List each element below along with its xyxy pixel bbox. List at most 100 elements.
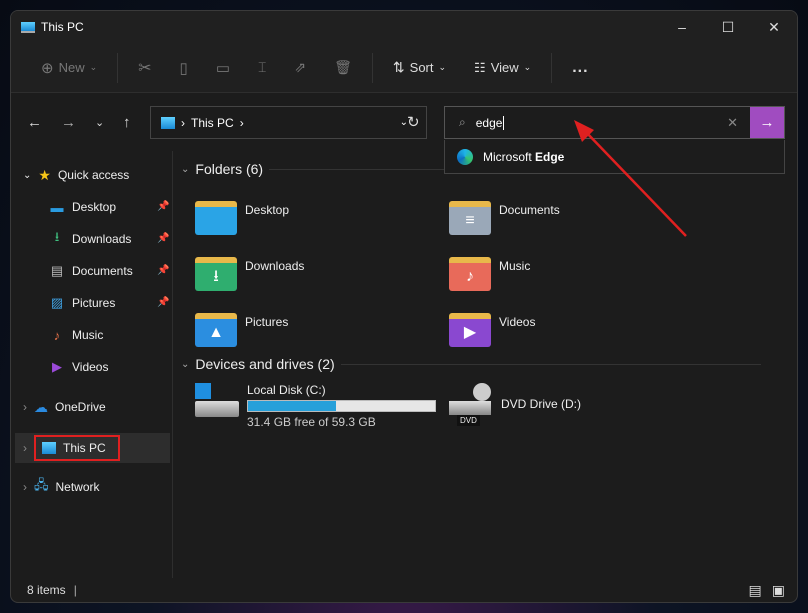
- pin-icon[interactable]: 📌: [157, 265, 169, 276]
- sidebar-item-videos[interactable]: ▶ Videos: [49, 355, 108, 379]
- highlight-box: This PC: [34, 435, 120, 461]
- folder-documents[interactable]: ≡ Documents: [449, 201, 560, 235]
- chevron-down-icon: ⌄: [89, 62, 98, 72]
- status-bar: 8 items | ▤ ▣: [11, 578, 797, 602]
- item-count: 8 items: [27, 583, 66, 597]
- sidebar-item-pictures[interactable]: ▨ Pictures: [49, 291, 116, 315]
- network-icon: 🖧: [34, 477, 49, 492]
- documents-folder-icon: ≡: [449, 201, 491, 235]
- suggestion-text: Microsoft Edge: [483, 150, 564, 164]
- chevron-right-icon: ›: [23, 480, 27, 494]
- view-button[interactable]: ☷ View ⌄: [462, 60, 543, 76]
- hard-drive-icon: [195, 383, 239, 421]
- cloud-icon: ☁: [34, 398, 48, 415]
- sidebar-item-downloads[interactable]: ⭳ Downloads: [49, 227, 132, 251]
- address-bar[interactable]: › This PC › ⌄: [150, 106, 427, 139]
- delete-button[interactable]: 🗑: [322, 59, 364, 76]
- pin-icon[interactable]: 📌: [157, 233, 169, 244]
- divider: [551, 52, 553, 83]
- details-view-button[interactable]: ▤: [749, 582, 762, 599]
- chevron-right-icon: ›: [23, 400, 27, 414]
- minimize-button[interactable]: –: [659, 19, 705, 36]
- search-suggestion[interactable]: Microsoft Edge: [444, 140, 785, 174]
- drive-free-space: 31.4 GB free of 59.3 GB: [247, 415, 376, 429]
- cut-button[interactable]: ✂: [126, 58, 163, 78]
- share-button[interactable]: ⇗: [282, 59, 318, 76]
- folder-videos[interactable]: ▶ Videos: [449, 313, 535, 347]
- recent-locations-button[interactable]: ⌄: [95, 116, 104, 129]
- drives-group-header[interactable]: ⌄ Devices and drives (2): [181, 356, 761, 372]
- back-button[interactable]: ←: [27, 114, 42, 131]
- downloads-folder-icon: ⭳: [195, 257, 237, 291]
- folder-name: Videos: [499, 315, 536, 329]
- tiles-view-button[interactable]: ▣: [772, 582, 785, 599]
- folder-name: Pictures: [245, 315, 289, 329]
- pictures-icon: ▨: [50, 295, 64, 310]
- edge-icon: [457, 148, 473, 165]
- desktop-icon: ▬: [50, 199, 64, 215]
- this-pc-icon: [42, 442, 56, 454]
- drive-name: DVD Drive (D:): [501, 397, 581, 411]
- rename-icon: ⌶: [258, 59, 267, 75]
- search-box[interactable]: ⌕ edge ✕ →: [444, 106, 785, 139]
- search-submit-button[interactable]: →: [750, 107, 784, 138]
- sidebar-item-network[interactable]: › 🖧 Network: [23, 475, 100, 499]
- search-input[interactable]: edge: [476, 115, 505, 130]
- divider: [117, 52, 119, 83]
- folder-music[interactable]: ♪ Music: [449, 257, 530, 291]
- up-button[interactable]: ↑: [123, 114, 131, 131]
- copy-button[interactable]: ▯: [168, 59, 200, 77]
- videos-icon: ▶: [52, 359, 62, 374]
- sidebar-item-documents[interactable]: ▤ Documents: [49, 259, 133, 283]
- chevron-down-icon: ⌄: [181, 358, 190, 370]
- scissors-icon: ✂: [138, 59, 152, 77]
- close-button[interactable]: ✕: [751, 19, 797, 36]
- sort-button[interactable]: ⇅ Sort ⌄: [381, 59, 458, 76]
- maximize-button[interactable]: ☐: [705, 19, 751, 36]
- videos-folder-icon: ▶: [449, 313, 491, 347]
- command-bar: ⊕ New ⌄ ✂ ▯ ▭ ⌶ ⇗ 🗑 ⇅ Sort ⌄ ☷ View ⌄ ...: [11, 43, 797, 93]
- divider: [371, 52, 373, 83]
- chevron-down-icon: ⌄: [23, 169, 32, 181]
- clear-search-button[interactable]: ✕: [727, 115, 738, 131]
- rename-button[interactable]: ⌶: [246, 59, 278, 76]
- title-bar: This PC – ☐ ✕: [11, 11, 797, 43]
- share-icon: ⇗: [294, 59, 307, 75]
- folder-desktop[interactable]: Desktop: [195, 201, 289, 235]
- dvd-badge: DVD: [457, 415, 480, 426]
- sort-icon: ⇅: [392, 59, 405, 75]
- desktop-folder-icon: [195, 201, 237, 235]
- folder-name: Documents: [499, 203, 560, 217]
- new-button[interactable]: ⊕ New ⌄: [29, 59, 109, 77]
- divider: |: [73, 583, 77, 597]
- breadcrumb-separator: ›: [239, 115, 244, 130]
- sidebar-item-onedrive[interactable]: › ☁ OneDrive: [23, 395, 106, 419]
- forward-button[interactable]: →: [61, 114, 76, 131]
- drive-dvd[interactable]: DVD DVD Drive (D:): [449, 383, 581, 426]
- chevron-down-icon: ⌄: [438, 62, 447, 72]
- download-icon: ⭳: [54, 229, 60, 244]
- refresh-button[interactable]: ↻: [407, 113, 420, 131]
- sidebar-item-quick-access[interactable]: ⌄ ★ Quick access: [23, 163, 129, 187]
- paste-button[interactable]: ▭: [204, 59, 242, 77]
- document-icon: ▤: [50, 263, 64, 278]
- this-pc-icon: [21, 21, 35, 33]
- drive-usage-fill: [248, 401, 336, 411]
- copy-icon: ▯: [179, 59, 188, 77]
- pin-icon[interactable]: 📌: [157, 297, 169, 308]
- folder-downloads[interactable]: ⭳ Downloads: [195, 257, 304, 291]
- pin-icon[interactable]: 📌: [157, 201, 169, 212]
- sidebar-item-desktop[interactable]: ▬ Desktop: [49, 195, 117, 219]
- suggestion-match: Edge: [535, 149, 565, 164]
- sidebar-item-this-pc[interactable]: › This PC: [23, 435, 120, 461]
- breadcrumb-this-pc[interactable]: This PC: [191, 116, 234, 130]
- drive-local-disk[interactable]: Local Disk (C:) 31.4 GB free of 59.3 GB: [195, 383, 436, 429]
- folder-pictures[interactable]: ▲ Pictures: [195, 313, 288, 347]
- more-options-button[interactable]: ...: [560, 59, 600, 77]
- this-pc-icon: [161, 116, 175, 129]
- chevron-down-icon: ⌄: [523, 62, 532, 72]
- divider: [340, 363, 761, 365]
- navigation-pane: ⌄ ★ Quick access ▬ Desktop 📌 ⭳ Downloads 📌 ▤ Docu…: [11, 151, 171, 578]
- window-title: This PC: [41, 20, 84, 34]
- sidebar-item-music[interactable]: ♪ Music: [49, 323, 104, 347]
